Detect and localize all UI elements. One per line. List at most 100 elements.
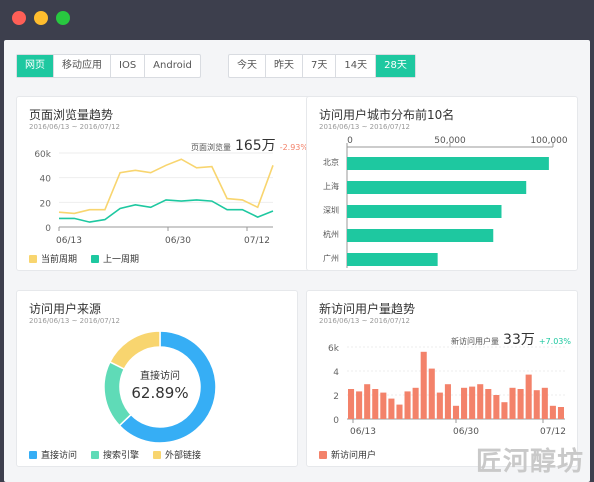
platform-tab-3[interactable]: Android <box>145 55 200 77</box>
range-tab-1[interactable]: 昨天 <box>266 55 303 77</box>
y-tick-label: 20 <box>40 199 52 209</box>
x-tick-label: 0 <box>347 136 353 146</box>
bar <box>469 386 476 419</box>
bar <box>347 229 494 242</box>
platform-tabs: 网页 移动应用 IOS Android <box>16 54 201 78</box>
bar <box>533 390 540 419</box>
legend-item[interactable]: 新访问用户 <box>319 448 376 461</box>
bar <box>485 389 492 419</box>
y-tick-label: 40 <box>40 175 52 185</box>
bar <box>436 392 443 419</box>
bar <box>509 387 516 419</box>
bar <box>347 157 549 170</box>
chart-legend: 新访问用户 <box>319 448 376 461</box>
range-tab-4[interactable]: 28天 <box>376 55 415 77</box>
bar <box>372 389 379 419</box>
close-window-button[interactable] <box>12 11 26 25</box>
bar <box>388 398 395 419</box>
x-tick-label: 07/12 <box>244 236 270 246</box>
card-title: 访问用户城市分布前10名 <box>319 108 455 122</box>
bar <box>461 387 468 419</box>
legend-label: 上一周期 <box>103 255 140 265</box>
bar <box>541 387 548 419</box>
legend-swatch <box>91 450 100 459</box>
chart-legend: 直接访问 搜索引擎 外部链接 <box>29 448 201 461</box>
y-tick-label: 6k <box>328 344 340 354</box>
range-tabs: 今天 昨天 7天 14天 28天 <box>228 54 416 78</box>
platform-tab-0[interactable]: 网页 <box>17 55 54 77</box>
horizontal-bar-chart: 0 50,000 100,000 北京上海深圳杭州广州 <box>323 136 568 268</box>
series-line-0 <box>58 158 274 215</box>
y-tick-label: 60k <box>34 150 51 160</box>
bar <box>428 368 435 419</box>
bar <box>444 384 451 419</box>
series-line-1 <box>59 199 274 223</box>
card-title: 页面浏览量趋势 <box>29 108 114 122</box>
bar <box>412 387 419 419</box>
x-tick-label: 06/13 <box>56 236 82 246</box>
range-tab-0[interactable]: 今天 <box>229 55 266 77</box>
donut-center-title: 直接访问 <box>140 371 180 382</box>
window-titlebar <box>0 0 594 40</box>
card-date-range: 2016/06/13 ~ 2016/07/12 <box>29 123 121 131</box>
bar <box>493 395 500 419</box>
card-title: 新访问用户量趋势 <box>319 302 416 316</box>
bar <box>347 253 438 266</box>
x-tick-label: 06/30 <box>165 236 191 246</box>
y-tick-label: 2 <box>333 392 339 402</box>
bar <box>525 374 532 419</box>
legend-swatch <box>29 254 37 263</box>
y-tick-label: 上海 <box>323 181 339 191</box>
legend-swatch <box>29 450 37 459</box>
card-title: 访问用户来源 <box>29 302 102 316</box>
bar <box>452 405 460 419</box>
maximize-window-button[interactable] <box>56 11 70 25</box>
legend-item[interactable]: 上一周期 <box>91 252 139 265</box>
x-tick-label: 07/12 <box>540 427 566 437</box>
y-tick-label: 深圳 <box>323 205 339 215</box>
bar <box>347 205 502 218</box>
minimize-window-button[interactable] <box>34 11 48 25</box>
legend-swatch <box>91 254 100 263</box>
card-date-range: 2016/06/13 ~ 2016/07/12 <box>319 317 411 325</box>
bar <box>396 404 403 419</box>
bar <box>348 389 355 419</box>
pageview-trend-card: 页面浏览量趋势 2016/06/13 ~ 2016/07/12 页面浏览量 16… <box>16 96 315 271</box>
bar <box>477 384 484 419</box>
bar <box>420 351 427 419</box>
platform-tab-2[interactable]: IOS <box>111 55 146 77</box>
range-tab-3[interactable]: 14天 <box>336 55 377 77</box>
bar <box>347 181 527 194</box>
bar <box>364 384 371 419</box>
watermark: 匠河醇坊 <box>475 447 584 477</box>
user-source-card: 访问用户来源 2016/06/13 ~ 2016/07/12 直接访问 62.8… <box>16 290 298 467</box>
legend-item[interactable]: 外部链接 <box>153 448 201 461</box>
legend-swatch <box>319 450 327 459</box>
bar <box>557 407 564 419</box>
platform-tab-1[interactable]: 移动应用 <box>54 55 111 77</box>
legend-item[interactable]: 直接访问 <box>29 448 77 461</box>
y-tick-label: 0 <box>333 416 339 426</box>
chart-legend: 当前周期 上一周期 <box>29 252 139 265</box>
range-tab-2[interactable]: 7天 <box>303 55 337 77</box>
donut-slice <box>108 330 161 371</box>
legend-label: 外部链接 <box>165 451 202 461</box>
bar <box>517 389 524 419</box>
card-date-range: 2016/06/13 ~ 2016/07/12 <box>319 123 411 131</box>
dashboard: 网页 移动应用 IOS Android 今天 昨天 7天 14天 28天 页面浏览量趋势 20… <box>4 40 590 482</box>
x-tick-label: 100,000 <box>530 136 567 146</box>
legend-label: 新访问用户 <box>331 451 377 461</box>
y-tick-label: 北京 <box>323 157 339 167</box>
bar <box>404 391 411 419</box>
bar <box>356 391 363 419</box>
bar <box>501 402 508 419</box>
legend-label: 直接访问 <box>41 451 78 461</box>
y-tick-label: 0 <box>45 224 51 234</box>
legend-item[interactable]: 当前周期 <box>29 252 77 265</box>
legend-item[interactable]: 搜索引擎 <box>91 448 139 461</box>
x-tick-label: 06/30 <box>453 427 479 437</box>
city-distribution-card: 访问用户城市分布前10名 2016/06/13 ~ 2016/07/12 0 50… <box>306 96 578 271</box>
y-tick-label: 广州 <box>323 253 339 263</box>
card-date-range: 2016/06/13 ~ 2016/07/12 <box>29 317 121 325</box>
y-tick-label: 杭州 <box>323 229 339 239</box>
